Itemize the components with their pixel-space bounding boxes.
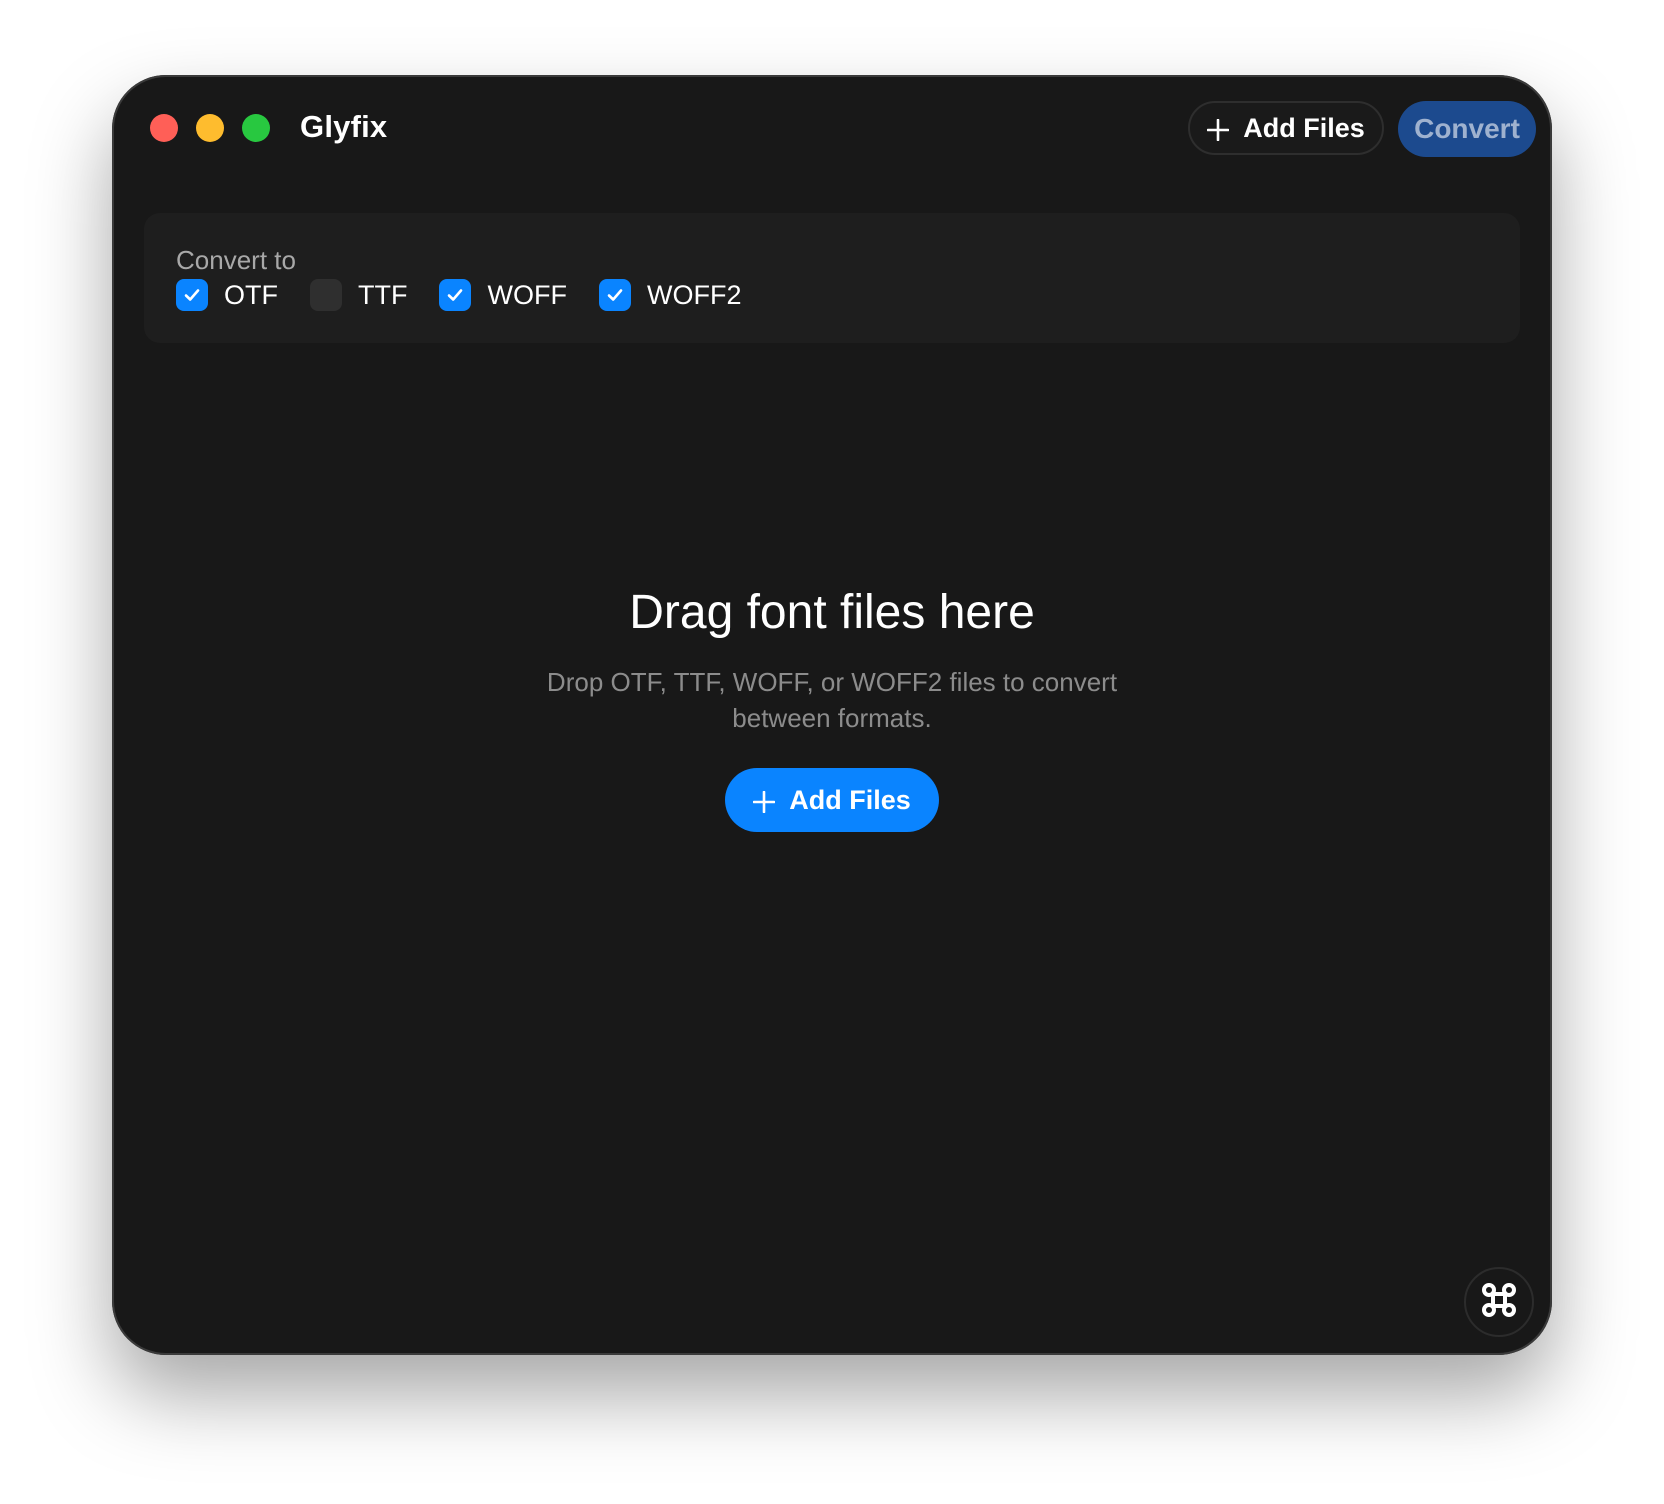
- otf-checkbox[interactable]: [176, 279, 208, 311]
- app-title: Glyfix: [300, 109, 388, 144]
- app-window: Glyfix Add Files Convert Convert to OTF …: [112, 75, 1552, 1355]
- convert-button-label: Convert: [1414, 113, 1520, 144]
- woff-label: WOFF: [487, 279, 567, 310]
- command-icon: [1481, 1282, 1517, 1323]
- woff2-label: WOFF2: [646, 279, 742, 310]
- drop-zone-title: Drag font files here: [629, 586, 1035, 639]
- format-option-otf[interactable]: OTF: [176, 279, 278, 311]
- checkmark-icon: [607, 289, 623, 301]
- otf-label: OTF: [224, 279, 278, 310]
- format-option-woff[interactable]: WOFF: [439, 279, 567, 311]
- command-menu-button[interactable]: [1464, 1267, 1534, 1337]
- format-checkbox-row: OTF TTF WOFF WOFF2: [176, 279, 773, 311]
- woff-checkbox[interactable]: [439, 279, 472, 311]
- checkmark-icon: [448, 289, 463, 301]
- ttf-label: TTF: [358, 279, 408, 310]
- checkmark-icon: [184, 289, 200, 301]
- plus-icon: [752, 789, 776, 814]
- convert-to-label: Convert to: [176, 245, 296, 275]
- add-files-toolbar-button[interactable]: Add Files: [1188, 101, 1384, 155]
- format-option-woff2[interactable]: WOFF2: [598, 279, 742, 311]
- add-files-button[interactable]: Add Files: [725, 768, 939, 832]
- drop-zone-subtitle: Drop OTF, TTF, WOFF, or WOFF2 files to c…: [546, 667, 1118, 733]
- woff2-checkbox[interactable]: [598, 279, 631, 311]
- close-window-button[interactable]: [150, 114, 178, 142]
- ttf-checkbox[interactable]: [310, 279, 342, 311]
- add-files-toolbar-label: Add Files: [1243, 112, 1365, 143]
- minimize-window-button[interactable]: [196, 114, 224, 142]
- add-files-button-label: Add Files: [789, 784, 911, 815]
- drop-zone[interactable]: Drag font files here Drop OTF, TTF, WOFF…: [112, 585, 1552, 832]
- zoom-window-button[interactable]: [242, 114, 270, 142]
- convert-button[interactable]: Convert: [1398, 101, 1536, 157]
- convert-options-panel: Convert to OTF TTF WOFF WOFF2: [144, 213, 1520, 343]
- titlebar: Glyfix Add Files Convert: [112, 75, 1552, 185]
- plus-icon: [1206, 117, 1230, 142]
- format-option-ttf[interactable]: TTF: [310, 279, 407, 311]
